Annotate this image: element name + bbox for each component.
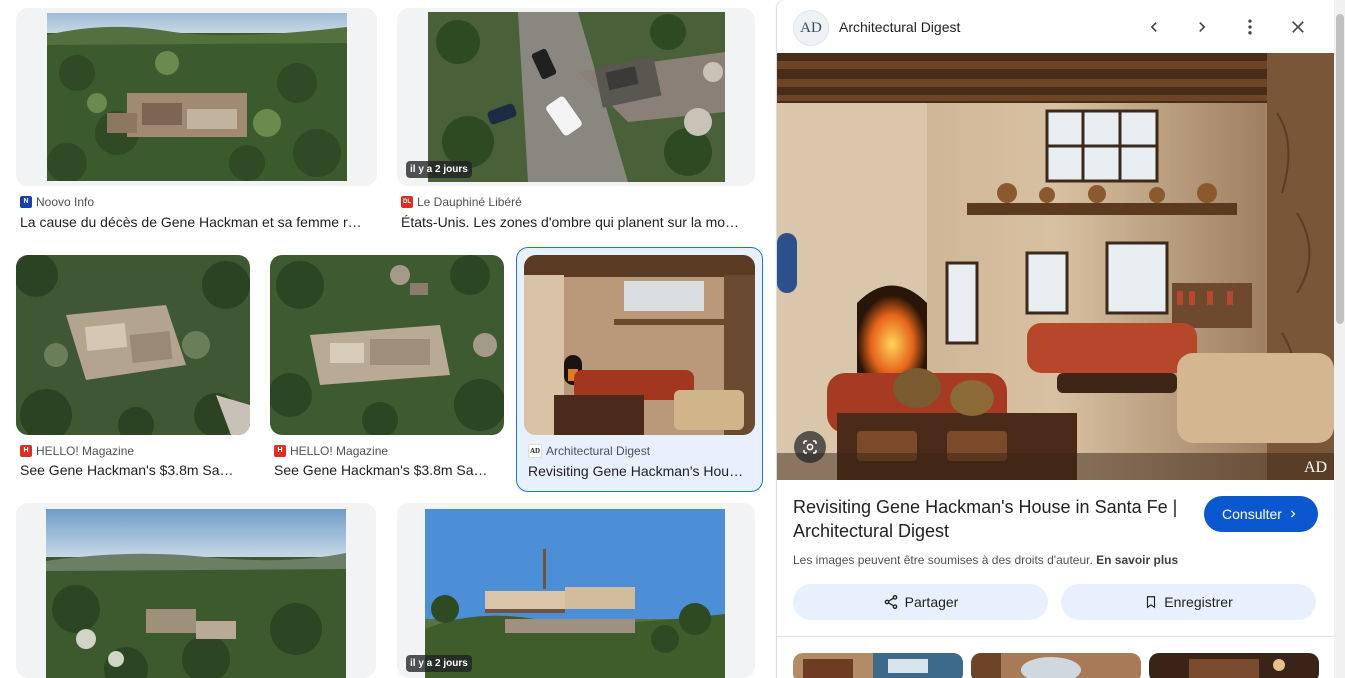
- result-card-selected[interactable]: AD Architectural Digest Revisiting Gene …: [516, 247, 763, 492]
- result-card[interactable]: il y a 2 jours: [397, 503, 755, 678]
- source-name: Noovo Info: [36, 195, 95, 209]
- site-logo[interactable]: AD: [793, 10, 829, 46]
- preview-title[interactable]: Revisiting Gene Hackman's House in Santa…: [793, 495, 1193, 543]
- result-card[interactable]: H HELLO! Magazine See Gene Hackman's $3.…: [270, 255, 506, 487]
- hilltop-house-image: [425, 509, 725, 678]
- result-thumbnail[interactable]: [270, 255, 504, 435]
- source-name: Le Dauphiné Libéré: [417, 195, 522, 209]
- visit-button[interactable]: Consulter: [1204, 496, 1318, 532]
- preview-title-line1: Revisiting Gene Hackman's House in Santa…: [793, 497, 1178, 517]
- chevron-left-icon[interactable]: [1138, 11, 1170, 43]
- result-source: AD Architectural Digest: [528, 444, 650, 458]
- chevron-right-icon: [1290, 510, 1296, 518]
- chevron-right-icon[interactable]: [1186, 11, 1218, 43]
- bookmark-icon: [1147, 596, 1156, 609]
- result-title[interactable]: États-Unis. Les zones d'ombre qui planen…: [401, 214, 755, 230]
- source-name: HELLO! Magazine: [36, 444, 135, 458]
- result-source: H HELLO! Magazine: [274, 444, 388, 458]
- close-icon[interactable]: [1282, 11, 1314, 43]
- save-button[interactable]: Enregistrer: [1061, 584, 1316, 620]
- result-card[interactable]: [16, 503, 376, 678]
- share-icon: [884, 595, 897, 609]
- result-thumbnail[interactable]: [16, 255, 250, 435]
- ad-watermark: AD: [1304, 459, 1328, 476]
- preview-panel: AD Architectural Digest AD Revisiting Ge…: [777, 0, 1334, 678]
- result-title[interactable]: See Gene Hackman's $3.8m Sa…: [274, 462, 502, 478]
- result-card[interactable]: il y a 2 jours DL Le Dauphiné Libéré Éta…: [397, 8, 755, 238]
- visit-label: Consulter: [1222, 506, 1282, 522]
- result-source: N Noovo Info: [20, 195, 94, 209]
- result-card[interactable]: H HELLO! Magazine See Gene Hackman's $3.…: [16, 255, 252, 487]
- preview-title-line2: Architectural Digest: [793, 521, 950, 541]
- result-thumbnail[interactable]: il y a 2 jours: [397, 8, 755, 186]
- living-room-image: [524, 255, 755, 435]
- related-thumbnail[interactable]: [971, 653, 1141, 678]
- police-scene-image: [428, 12, 725, 182]
- share-label: Partager: [904, 594, 959, 610]
- hillside-aerial-image: [46, 509, 346, 678]
- noovo-favicon-icon: N: [20, 196, 32, 208]
- aerial-house-image: [270, 255, 504, 435]
- hello-favicon-icon: H: [274, 445, 286, 457]
- result-thumbnail[interactable]: [16, 8, 377, 186]
- result-title[interactable]: La cause du décès de Gene Hackman et sa …: [20, 214, 375, 230]
- related-thumbnail[interactable]: [793, 653, 963, 678]
- result-source: DL Le Dauphiné Libéré: [401, 195, 522, 209]
- time-badge: il y a 2 jours: [406, 161, 472, 178]
- scrollbar-thumb[interactable]: [1336, 14, 1344, 324]
- divider: [777, 636, 1334, 637]
- result-thumbnail[interactable]: il y a 2 jours: [397, 503, 755, 678]
- result-title[interactable]: Revisiting Gene Hackman's Hou…: [528, 463, 753, 479]
- lens-icon[interactable]: [794, 431, 826, 463]
- time-badge: il y a 2 jours: [406, 655, 472, 672]
- save-label: Enregistrer: [1164, 594, 1233, 610]
- source-name: HELLO! Magazine: [290, 444, 389, 458]
- related-thumbnail[interactable]: [1149, 653, 1319, 678]
- site-name[interactable]: Architectural Digest: [839, 19, 960, 35]
- result-thumbnail[interactable]: [16, 503, 376, 678]
- copyright-text: Les images peuvent être soumises à des d…: [793, 553, 1093, 567]
- hello-favicon-icon: H: [20, 445, 32, 457]
- aerial-house-image: [16, 255, 250, 435]
- learn-more-link[interactable]: En savoir plus: [1096, 553, 1178, 567]
- ad-favicon-icon: AD: [528, 444, 542, 458]
- dauphine-favicon-icon: DL: [401, 196, 413, 208]
- preview-image[interactable]: AD: [777, 53, 1334, 480]
- result-source: H HELLO! Magazine: [20, 444, 134, 458]
- share-button[interactable]: Partager: [793, 584, 1048, 620]
- copyright-notice: Les images peuvent être soumises à des d…: [793, 553, 1178, 567]
- result-title[interactable]: See Gene Hackman's $3.8m Sa…: [20, 462, 248, 478]
- result-thumbnail[interactable]: [524, 255, 755, 435]
- more-vert-icon[interactable]: [1234, 11, 1266, 43]
- result-card[interactable]: N Noovo Info La cause du décès de Gene H…: [16, 8, 378, 238]
- aerial-house-image: [47, 13, 347, 181]
- source-name: Architectural Digest: [546, 444, 651, 458]
